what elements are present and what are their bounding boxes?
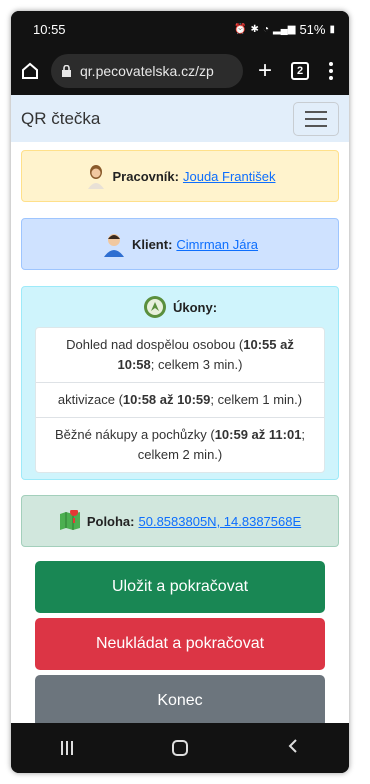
url-text: qr.pecovatelska.cz/zp xyxy=(80,63,214,79)
nosave-continue-button[interactable]: Neukládat a pokračovat xyxy=(35,618,325,670)
home-nav-icon[interactable] xyxy=(171,740,188,756)
task-name: Dohled nad dospělou osobou xyxy=(66,337,236,352)
task-total: ; celkem 3 min. xyxy=(150,357,239,372)
wifi-icon: ◔ xyxy=(262,23,269,35)
map-icon xyxy=(59,510,81,532)
task-time: 10:59 až 11:01 xyxy=(214,427,302,442)
worker-link[interactable]: Jouda František xyxy=(183,169,276,184)
client-label: Klient: xyxy=(131,236,173,252)
plus-icon[interactable]: + xyxy=(251,59,279,83)
worker-label: Pracovník: xyxy=(112,168,179,184)
tasks-card: Úkony: Dohled nad dospělou osobou (10:55… xyxy=(21,286,339,480)
battery-icon: ▮ xyxy=(329,23,335,35)
location-link[interactable]: 50.8583805N, 14.8387568E xyxy=(139,514,302,529)
client-card: Klient: Cimrman Jára xyxy=(21,218,339,270)
location-label: Poloha: xyxy=(86,513,135,529)
phone-frame: 10:55 ⏰ ✱ ◔ ▂▄▆ 51% ▮ qr.pecovatelska.cz… xyxy=(11,11,349,773)
hamburger-icon[interactable] xyxy=(293,101,339,136)
back-icon[interactable] xyxy=(287,738,299,759)
end-button[interactable]: Konec xyxy=(35,675,325,723)
page-content: QR čtečka Pracovník: Jouda František Kli… xyxy=(11,95,349,723)
worker-card: Pracovník: Jouda František xyxy=(21,150,339,202)
task-total: ; celkem 1 min. xyxy=(210,392,298,407)
list-item: Běžné nákupy a pochůzky (10:59 až 11:01;… xyxy=(54,427,306,462)
more-icon[interactable] xyxy=(321,62,341,80)
home-icon[interactable] xyxy=(19,60,41,82)
recent-apps-icon[interactable] xyxy=(60,741,73,755)
list-item: Dohled nad dospělou osobou (10:55 až 10:… xyxy=(36,328,324,383)
status-icons: ⏰ ✱ ◔ ▂▄▆ 51% ▮ xyxy=(234,22,335,37)
task-name: aktivizace xyxy=(57,392,115,407)
address-bar[interactable]: qr.pecovatelska.cz/zp xyxy=(51,54,243,88)
location-card: Poloha: 50.8583805N, 14.8387568E xyxy=(21,495,339,547)
list-item: aktivizace (10:58 až 10:59; celkem 1 min… xyxy=(36,383,324,418)
status-bar: 10:55 ⏰ ✱ ◔ ▂▄▆ 51% ▮ xyxy=(11,11,349,47)
save-continue-button[interactable]: Uložit a pokračovat xyxy=(35,561,325,613)
system-navigation-bar xyxy=(11,723,349,773)
alarm-icon: ⏰ xyxy=(234,23,247,35)
tabs-icon[interactable]: 2 xyxy=(291,62,309,80)
signal-icon: ▂▄▆ xyxy=(272,23,296,35)
battery-level: 51% xyxy=(299,21,326,37)
app-brand[interactable]: QR čtečka xyxy=(21,109,100,129)
lock-icon xyxy=(61,64,72,78)
tasks-label: Úkony: xyxy=(172,299,218,315)
compass-icon xyxy=(143,295,167,319)
client-avatar-icon xyxy=(102,231,126,257)
app-navbar: QR čtečka xyxy=(11,95,349,142)
worker-avatar-icon xyxy=(85,163,107,189)
tasks-list: Dohled nad dospělou osobou (10:55 až 10:… xyxy=(35,327,325,473)
status-time: 10:55 xyxy=(33,21,66,37)
task-time: 10:58 až 10:59 xyxy=(122,392,211,407)
task-name: Běžné nákupy a pochůzky xyxy=(54,427,207,442)
browser-toolbar: qr.pecovatelska.cz/zp + 2 xyxy=(11,47,349,95)
client-link[interactable]: Cimrman Jára xyxy=(176,237,258,252)
bluetooth-icon: ✱ xyxy=(250,23,259,35)
